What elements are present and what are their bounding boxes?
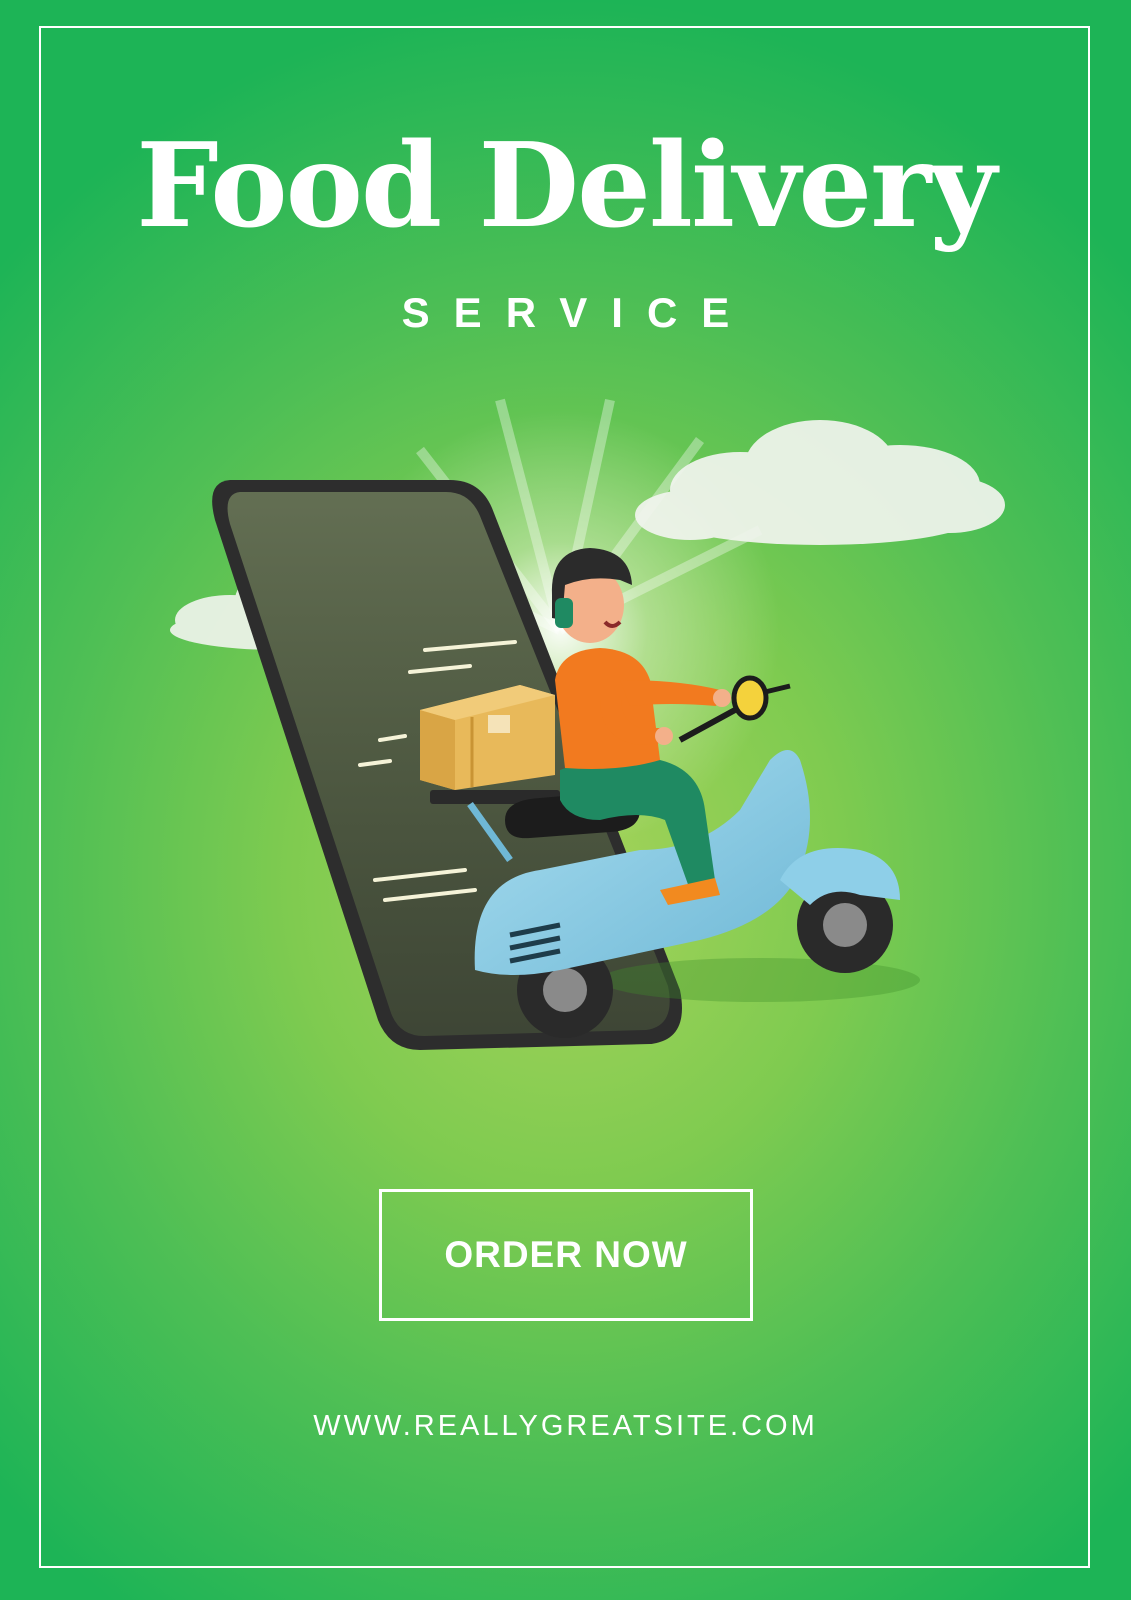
poster-title: Food Delivery [136,118,997,254]
cloud-icon [635,420,1005,545]
poster: Food Delivery SERVICE ORDER NOW WWW.REAL… [0,0,1131,1600]
poster-subtitle: SERVICE [401,289,754,336]
website-link[interactable]: WWW.REALLYGREATSITE.COM [0,1412,1131,1441]
order-now-button[interactable]: ORDER NOW [379,1189,753,1321]
delivery-illustration [170,398,1005,1050]
